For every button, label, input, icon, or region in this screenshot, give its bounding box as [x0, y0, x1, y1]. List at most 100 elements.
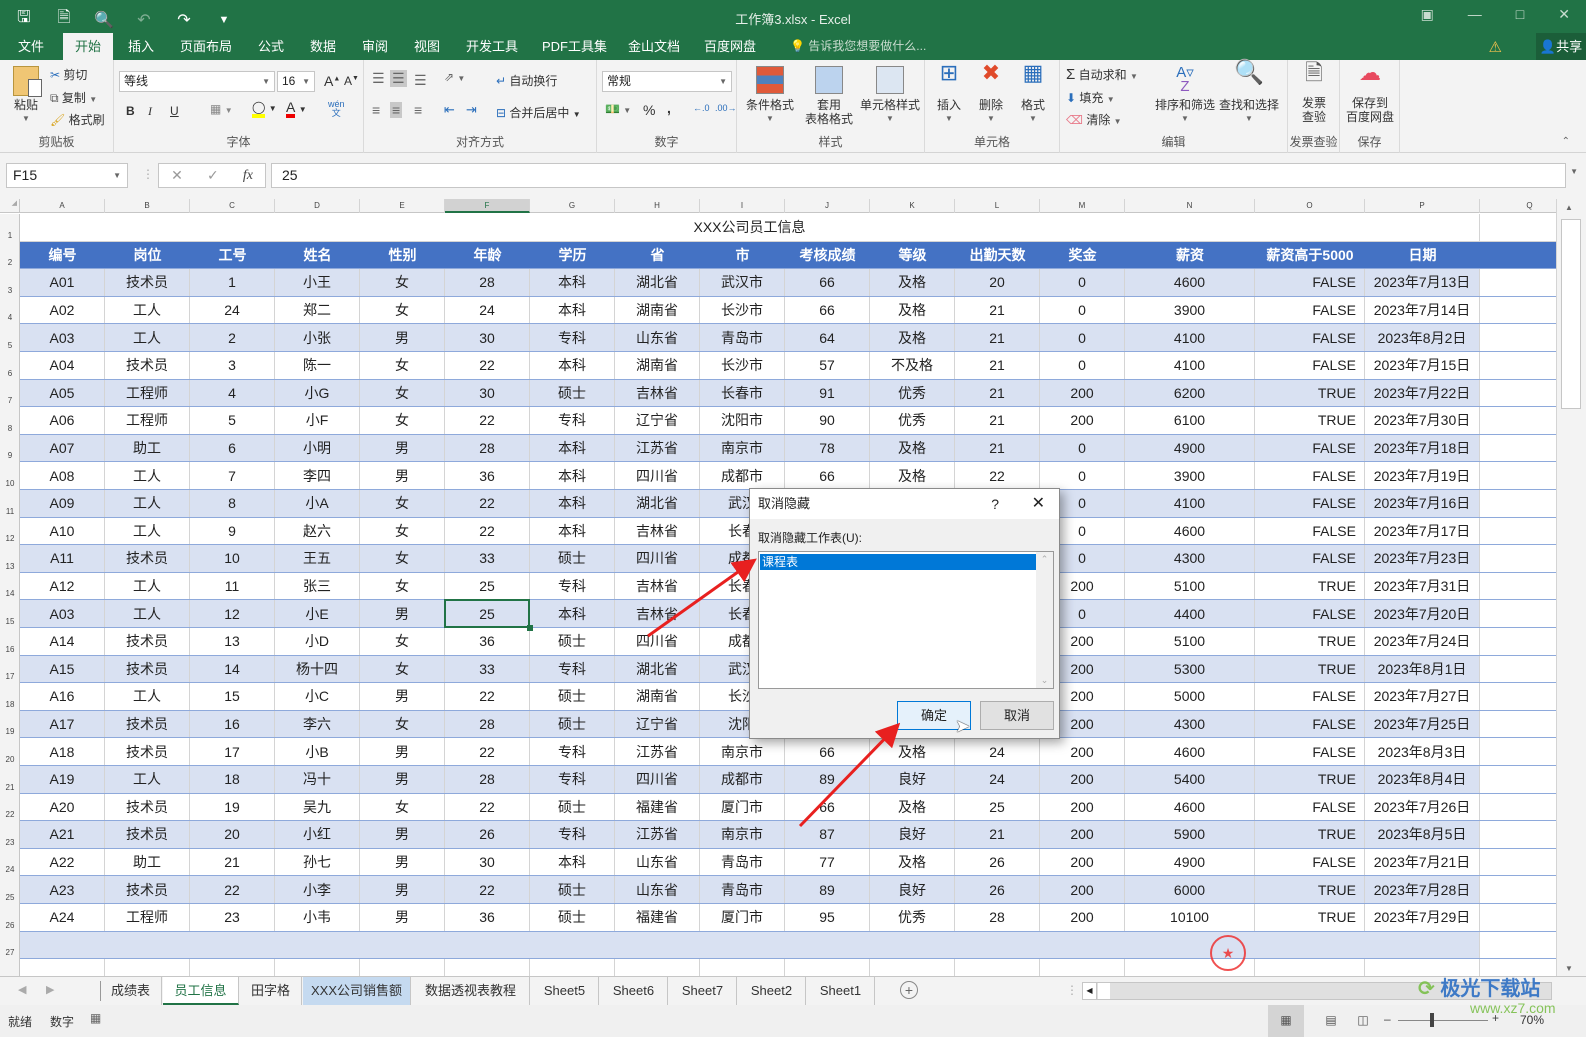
hidden-sheet-item[interactable]: 课程表 — [759, 553, 1038, 571]
clear-button[interactable]: ⌫ 清除 ▼ — [1066, 111, 1122, 128]
table-cell[interactable]: 12 — [190, 600, 275, 627]
table-cell[interactable]: 硕士 — [530, 876, 615, 903]
table-cell[interactable]: 工人 — [105, 490, 190, 517]
table-cell[interactable]: A24 — [20, 904, 105, 931]
table-cell[interactable]: 吉林省 — [615, 517, 700, 545]
tab-split-handle[interactable]: ⋮ — [1066, 983, 1078, 997]
find-select-button[interactable]: 🔍 查找和选择 ▼ — [1216, 61, 1282, 126]
number-format-select[interactable]: 常规 ▼ — [602, 71, 732, 92]
table-cell[interactable]: 24 — [955, 766, 1040, 793]
table-cell[interactable]: 2023年7月20日 — [1365, 600, 1480, 627]
table-cell[interactable]: 助工 — [105, 434, 190, 462]
table-cell[interactable]: FALSE — [1255, 517, 1365, 545]
table-cell[interactable]: 25 — [955, 793, 1040, 821]
column-header-d[interactable]: D — [275, 199, 360, 213]
table-cell[interactable]: 专科 — [530, 766, 615, 793]
table-cell[interactable]: 湖南省 — [615, 296, 700, 324]
sheet-tab-sheet5[interactable]: Sheet5 — [531, 977, 599, 1005]
font-color-button[interactable]: A ▼ — [286, 100, 307, 118]
table-cell[interactable]: 200 — [1040, 379, 1125, 407]
table-cell[interactable]: 21 — [955, 407, 1040, 434]
cell-styles-button[interactable]: 单元格样式 ▼ — [859, 66, 921, 126]
orientation-icon[interactable]: ⇗ ▼ — [444, 70, 465, 84]
table-cell[interactable]: 辽宁省 — [615, 407, 700, 434]
table-cell[interactable]: 2023年7月23日 — [1365, 545, 1480, 572]
table-cell[interactable]: 78 — [785, 434, 870, 462]
table-cell[interactable]: A07 — [20, 434, 105, 462]
table-cell[interactable]: 20 — [190, 821, 275, 848]
row-header[interactable]: 23 — [0, 838, 20, 848]
table-cell[interactable]: 2023年7月21日 — [1365, 848, 1480, 876]
table-cell[interactable]: 2023年7月13日 — [1365, 269, 1480, 296]
percent-button[interactable]: % — [643, 102, 655, 118]
cell[interactable] — [1480, 518, 1556, 545]
grow-font-button[interactable]: A▲ — [324, 73, 340, 89]
table-cell[interactable]: A14 — [20, 628, 105, 655]
table-cell[interactable]: 66 — [785, 269, 870, 296]
table-cell[interactable]: 5 — [190, 407, 275, 434]
close-icon[interactable]: ✕ — [1558, 6, 1570, 23]
cell[interactable] — [1480, 214, 1556, 241]
column-title-cell[interactable]: 市 — [700, 241, 785, 269]
cell[interactable] — [275, 959, 360, 976]
table-cell[interactable]: 36 — [445, 628, 530, 655]
table-cell[interactable]: 87 — [785, 821, 870, 848]
table-cell[interactable]: 郑二 — [275, 296, 360, 324]
close-icon[interactable]: ✕ — [1032, 489, 1045, 519]
tab-kingsoft-docs[interactable]: 金山文档 — [620, 33, 688, 60]
font-size-select[interactable]: 16 ▼ — [277, 71, 315, 92]
table-cell[interactable]: 21 — [955, 352, 1040, 379]
table-cell[interactable]: 5100 — [1125, 628, 1255, 655]
table-cell[interactable]: 91 — [785, 379, 870, 407]
table-cell[interactable]: 22 — [445, 876, 530, 903]
table-cell[interactable]: 小张 — [275, 324, 360, 351]
table-cell[interactable]: 四川省 — [615, 766, 700, 793]
borders-button[interactable]: ▦ ▼ — [210, 102, 233, 116]
table-cell[interactable]: 小F — [275, 407, 360, 434]
table-cell[interactable]: 4100 — [1125, 352, 1255, 379]
decrease-decimal-icon[interactable]: .00→ — [715, 103, 737, 113]
table-cell[interactable]: 33 — [445, 545, 530, 572]
column-title-cell[interactable]: 奖金 — [1040, 241, 1125, 269]
table-cell[interactable]: 专科 — [530, 821, 615, 848]
table-cell[interactable]: 0 — [1040, 434, 1125, 462]
table-cell[interactable]: 4400 — [1125, 600, 1255, 627]
table-cell[interactable]: FALSE — [1255, 352, 1365, 379]
table-cell[interactable]: 0 — [1040, 324, 1125, 351]
table-cell[interactable]: 18 — [190, 766, 275, 793]
table-cell[interactable]: 2023年7月29日 — [1365, 904, 1480, 931]
table-cell[interactable]: A02 — [20, 296, 105, 324]
table-cell[interactable]: 26 — [445, 821, 530, 848]
table-cell[interactable]: 66 — [785, 296, 870, 324]
table-cell[interactable]: A01 — [20, 269, 105, 296]
table-cell[interactable]: 女 — [360, 628, 445, 655]
cell[interactable] — [1480, 628, 1556, 655]
formula-input[interactable]: 25 — [271, 163, 1566, 188]
cell[interactable] — [1480, 794, 1556, 821]
cell[interactable] — [1255, 959, 1365, 976]
table-cell[interactable]: 24 — [955, 738, 1040, 765]
table-cell[interactable]: 13 — [190, 628, 275, 655]
table-cell[interactable]: 21 — [955, 821, 1040, 848]
table-cell[interactable]: 专科 — [530, 324, 615, 351]
table-cell[interactable]: 4600 — [1125, 517, 1255, 545]
cell[interactable] — [870, 959, 955, 976]
table-cell[interactable]: A23 — [20, 876, 105, 903]
table-cell[interactable]: 本科 — [530, 490, 615, 517]
wrap-text-button[interactable]: ↵ 自动换行 — [496, 72, 557, 89]
cell[interactable] — [1480, 738, 1556, 765]
table-cell[interactable]: 15 — [190, 683, 275, 710]
row-header[interactable]: 5 — [0, 341, 20, 351]
cell[interactable] — [700, 959, 785, 976]
table-cell[interactable]: 湖北省 — [615, 655, 700, 683]
table-cell[interactable]: 4900 — [1125, 848, 1255, 876]
table-cell[interactable]: 2023年7月31日 — [1365, 572, 1480, 600]
warning-icon[interactable]: ⚠ — [1489, 38, 1502, 56]
table-cell[interactable]: 小王 — [275, 269, 360, 296]
hidden-sheets-listbox[interactable]: 课程表 ⌃ ⌄ — [758, 551, 1054, 689]
copy-button[interactable]: ⧉ 复制 ▼ — [50, 89, 97, 106]
table-cell[interactable]: FALSE — [1255, 434, 1365, 462]
table-cell[interactable]: TRUE — [1255, 628, 1365, 655]
table-cell[interactable]: 2023年7月16日 — [1365, 490, 1480, 517]
row-header[interactable]: 2 — [0, 258, 20, 268]
